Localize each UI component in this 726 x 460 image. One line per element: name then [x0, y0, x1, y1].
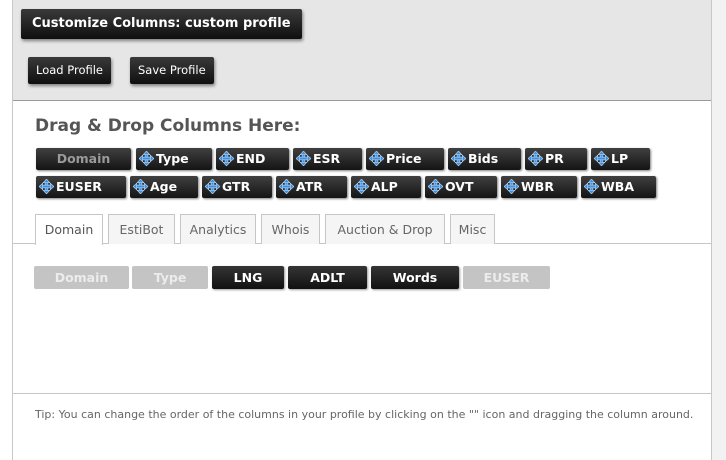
profile-column-label: LP	[611, 151, 629, 166]
tab-domain[interactable]: Domain	[35, 214, 103, 245]
profile-column-ovt[interactable]: OVT	[425, 176, 497, 198]
profile-column-label: END	[236, 151, 266, 166]
profile-column-label: Age	[150, 179, 178, 194]
available-column-domain: Domain	[34, 266, 129, 289]
profile-column-domain: Domain	[36, 148, 131, 170]
profile-column-esr[interactable]: ESR	[293, 148, 362, 170]
move-arrows-icon[interactable]	[504, 179, 519, 194]
move-arrows-icon[interactable]	[451, 151, 466, 166]
move-arrows-icon[interactable]	[428, 179, 443, 194]
move-arrows-icon[interactable]	[354, 179, 369, 194]
load-profile-button[interactable]: Load Profile	[28, 57, 112, 84]
available-column-euser: EUSER	[463, 266, 550, 289]
profile-column-end[interactable]: END	[216, 148, 289, 170]
move-arrows-icon[interactable]	[369, 151, 384, 166]
tab-analytics[interactable]: Analytics	[180, 214, 256, 244]
profile-column-pr[interactable]: PR	[525, 148, 587, 170]
move-arrows-icon[interactable]	[205, 179, 220, 194]
tab-auction-drop[interactable]: Auction & Drop	[325, 214, 445, 244]
profile-column-gtr[interactable]: GTR	[202, 176, 272, 198]
available-column-type: Type	[132, 266, 208, 289]
move-arrows-icon[interactable]	[584, 179, 599, 194]
move-arrows-icon[interactable]	[279, 179, 294, 194]
profile-column-age[interactable]: Age	[130, 176, 198, 198]
profile-column-type[interactable]: Type	[136, 148, 212, 170]
profile-column-atr[interactable]: ATR	[276, 176, 347, 198]
page-scroll-strip	[712, 0, 726, 460]
profile-column-bids[interactable]: Bids	[448, 148, 521, 170]
profile-column-price[interactable]: Price	[366, 148, 444, 170]
move-arrows-icon[interactable]	[39, 179, 54, 194]
move-arrows-icon[interactable]	[133, 179, 148, 194]
profile-column-euser[interactable]: EUSER	[36, 176, 126, 198]
profile-column-label: GTR	[222, 179, 251, 194]
profile-column-label: Type	[156, 151, 189, 166]
move-arrows-icon[interactable]	[296, 151, 311, 166]
profile-column-wba[interactable]: WBA	[581, 176, 656, 198]
available-column-lng[interactable]: LNG	[212, 266, 284, 289]
available-column-words[interactable]: Words	[371, 266, 459, 289]
tab-whois[interactable]: Whois	[261, 214, 320, 244]
move-arrows-icon[interactable]	[139, 151, 154, 166]
profile-column-label: ESR	[313, 151, 341, 166]
profile-column-label: ATR	[296, 179, 323, 194]
footer-divider	[13, 393, 711, 394]
tab-misc[interactable]: Misc	[450, 214, 495, 244]
save-profile-button[interactable]: Save Profile	[130, 57, 214, 84]
tab-estibot[interactable]: EstiBot	[108, 214, 175, 244]
profile-column-label: Bids	[468, 151, 499, 166]
profile-column-wbr[interactable]: WBR	[501, 176, 577, 198]
move-arrows-icon[interactable]	[528, 151, 543, 166]
move-arrows-icon[interactable]	[219, 151, 234, 166]
move-arrows-icon[interactable]	[594, 151, 609, 166]
profile-column-label: PR	[545, 151, 564, 166]
profile-column-label: EUSER	[56, 179, 102, 194]
customize-columns-dialog: Customize Columns: custom profile Load P…	[12, 0, 712, 460]
dialog-header: Customize Columns: custom profile Load P…	[13, 0, 711, 101]
drop-area-heading: Drag & Drop Columns Here:	[35, 116, 301, 136]
profile-column-lp[interactable]: LP	[591, 148, 650, 170]
dialog-title: Customize Columns: custom profile	[21, 9, 302, 39]
profile-column-label: OVT	[445, 179, 474, 194]
profile-column-label: ALP	[371, 179, 398, 194]
profile-column-label: WBA	[601, 179, 634, 194]
profile-column-alp[interactable]: ALP	[351, 176, 421, 198]
profile-column-label: WBR	[521, 179, 554, 194]
profile-column-label: Price	[386, 151, 422, 166]
available-column-adlt[interactable]: ADLT	[288, 266, 367, 289]
tip-text: Tip: You can change the order of the col…	[35, 408, 694, 421]
